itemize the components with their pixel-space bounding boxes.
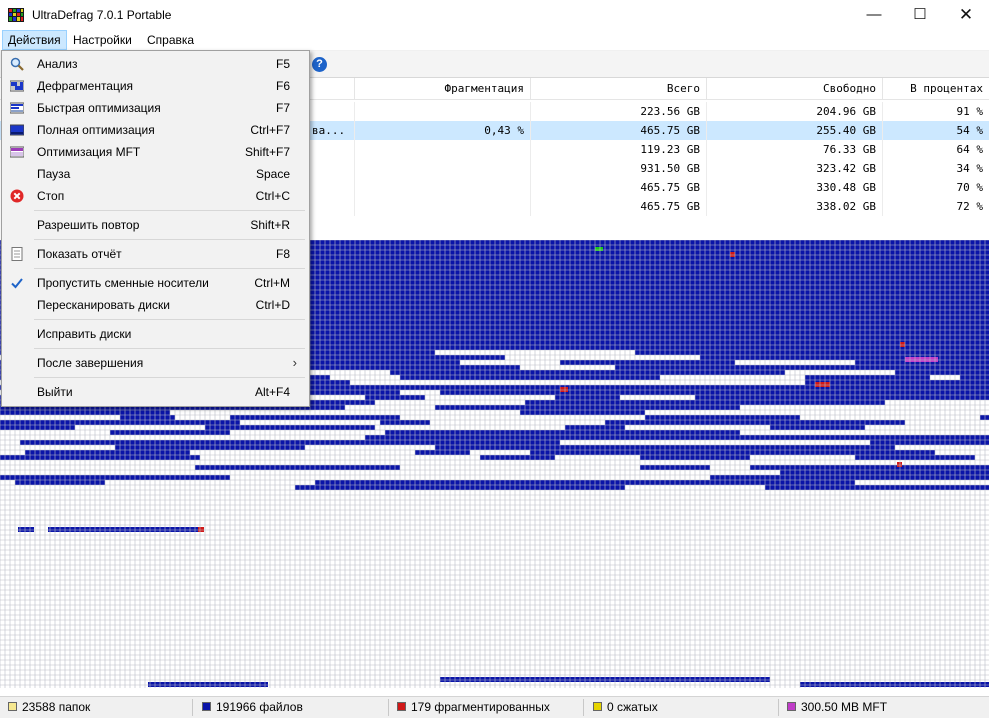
cell-total: 223.56 GB — [531, 102, 707, 121]
cell-free: 330.48 GB — [707, 178, 883, 197]
column-header-free[interactable]: Свободно — [707, 78, 883, 100]
help-icon[interactable]: ? — [312, 57, 327, 72]
status-fragmented-text: 179 фрагментированных — [411, 700, 550, 714]
cell-fragmentation — [355, 178, 531, 197]
status-separator — [192, 699, 193, 716]
status-compressed-text: 0 сжатых — [607, 700, 658, 714]
cell-total: 119.23 GB — [531, 140, 707, 159]
menu-actions[interactable]: Действия — [2, 30, 67, 50]
cell-percent: 70 % — [956, 181, 984, 194]
defrag-icon — [10, 80, 24, 92]
menu-separator — [34, 268, 305, 269]
menu-separator — [34, 239, 305, 240]
menu-bar: Действия Настройки Справка — [0, 30, 989, 51]
stop-icon — [10, 189, 24, 203]
mft-legend-icon — [787, 702, 796, 711]
status-bar: 23588 папок 191966 файлов 179 фрагментир… — [0, 696, 989, 718]
menu-item-show-report[interactable]: Показать отчёт F8 — [4, 243, 307, 265]
cell-percent: 54 % — [956, 124, 984, 137]
cell-free: 204.96 GB — [707, 102, 883, 121]
menu-item-exit[interactable]: Выйти Alt+F4 — [4, 381, 307, 403]
cell-total: 931.50 GB — [531, 159, 707, 178]
menu-separator — [34, 319, 305, 320]
checkmark-icon — [11, 278, 23, 289]
report-icon — [11, 247, 23, 261]
column-header-fragmentation[interactable]: Фрагментация — [355, 78, 531, 100]
minimize-button[interactable]: — — [851, 0, 897, 30]
cell-total: 465.75 GB — [531, 121, 707, 140]
magnifier-icon — [10, 57, 24, 71]
menu-item-full-optimize[interactable]: Полная оптимизация Ctrl+F7 — [4, 119, 307, 141]
menu-item-after-finish[interactable]: После завершения › — [4, 352, 307, 374]
menu-item-pause[interactable]: Пауза Space — [4, 163, 307, 185]
cell-fragmentation — [355, 197, 531, 216]
column-header-percent[interactable]: В процентах — [883, 78, 989, 100]
cell-fragmentation — [355, 140, 531, 159]
cell-percent: 72 % — [956, 200, 984, 213]
status-files-text: 191966 файлов — [216, 700, 303, 714]
menu-separator — [34, 210, 305, 211]
close-button[interactable]: ✕ — [943, 0, 989, 30]
menu-item-repair[interactable]: Исправить диски — [4, 323, 307, 345]
mft-icon — [10, 146, 24, 158]
menu-item-stop[interactable]: Стоп Ctrl+C — [4, 185, 307, 207]
menu-item-allow-repeat[interactable]: Разрешить повтор Shift+R — [4, 214, 307, 236]
actions-dropdown-menu: Анализ F5 Дефрагментация F6 Быстрая опти… — [1, 50, 310, 407]
window-title: UltraDefrag 7.0.1 Portable — [32, 8, 172, 22]
file-legend-icon — [202, 702, 211, 711]
full-optimize-icon — [10, 124, 24, 136]
submenu-arrow-icon: › — [292, 355, 297, 370]
menu-settings[interactable]: Настройки — [68, 30, 137, 50]
maximize-button[interactable]: ☐ — [897, 0, 943, 30]
cell-percent: 34 % — [956, 162, 984, 175]
cell-total: 465.75 GB — [531, 197, 707, 216]
menu-item-defrag[interactable]: Дефрагментация F6 — [4, 75, 307, 97]
cell-percent: 64 % — [956, 143, 984, 156]
title-bar: UltraDefrag 7.0.1 Portable — ☐ ✕ — [0, 0, 989, 30]
compressed-legend-icon — [593, 702, 602, 711]
fragmented-legend-icon — [397, 702, 406, 711]
status-folders-text: 23588 папок — [22, 700, 91, 714]
menu-help[interactable]: Справка — [142, 30, 199, 50]
menu-item-skip-removable[interactable]: Пропустить сменные носители Ctrl+M — [4, 272, 307, 294]
cell-fragmentation — [355, 159, 531, 178]
cell-free: 76.33 GB — [707, 140, 883, 159]
cell-free: 255.40 GB — [707, 121, 883, 140]
folder-legend-icon — [8, 702, 17, 711]
column-header-total[interactable]: Всего — [531, 78, 707, 100]
cell-percent: 91 % — [956, 105, 984, 118]
menu-item-analyze[interactable]: Анализ F5 — [4, 53, 307, 75]
cell-total: 465.75 GB — [531, 178, 707, 197]
cell-fragmentation: 0,43 % — [355, 121, 531, 140]
menu-item-rescan[interactable]: Пересканировать диски Ctrl+D — [4, 294, 307, 316]
menu-separator — [34, 377, 305, 378]
cell-free: 338.02 GB — [707, 197, 883, 216]
status-mft-text: 300.50 MB MFT — [801, 700, 888, 714]
cell-fragmentation — [355, 102, 531, 121]
status-separator — [778, 699, 779, 716]
cell-free: 323.42 GB — [707, 159, 883, 178]
menu-separator — [34, 348, 305, 349]
quick-optimize-icon — [10, 102, 24, 114]
status-separator — [388, 699, 389, 716]
menu-item-quick-optimize[interactable]: Быстрая оптимизация F7 — [4, 97, 307, 119]
status-separator — [583, 699, 584, 716]
menu-item-mft-optimize[interactable]: Оптимизация MFT Shift+F7 — [4, 141, 307, 163]
app-icon — [8, 8, 24, 22]
